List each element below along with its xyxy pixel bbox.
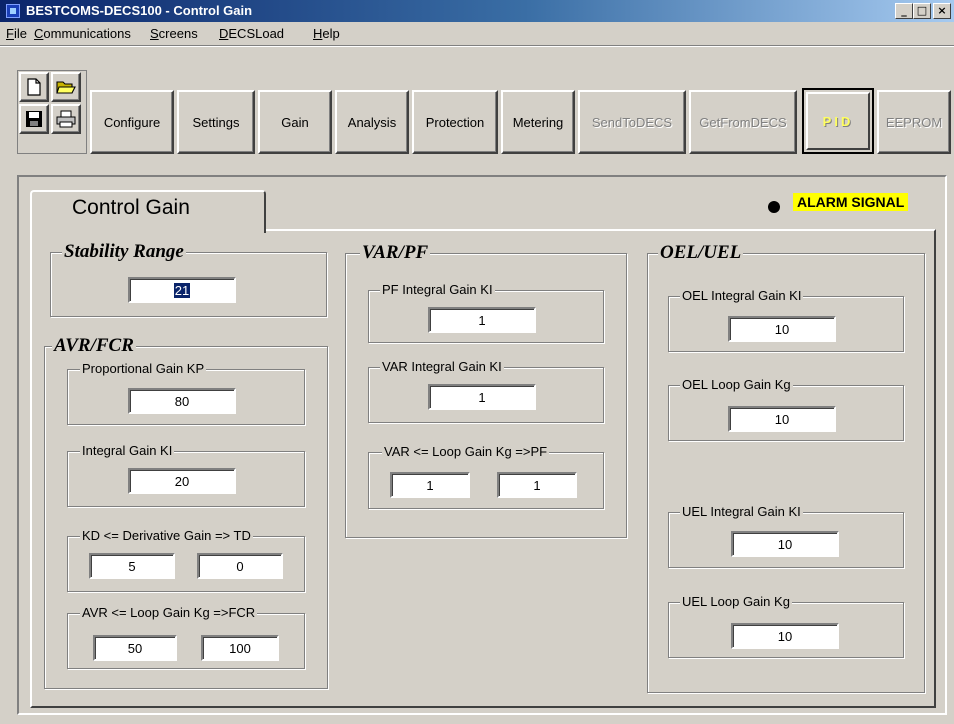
close-button[interactable]: × — [933, 3, 951, 19]
menu-screens[interactable]: Screens — [150, 26, 198, 41]
settings-button[interactable]: Settings — [177, 90, 255, 154]
configure-button[interactable]: Configure — [90, 90, 174, 154]
integral-gain-label: Integral Gain KI — [80, 443, 175, 458]
uel-integral-field[interactable]: 10 — [731, 531, 839, 557]
menu-help[interactable]: Help — [313, 26, 340, 41]
toolbar-separator — [0, 45, 954, 47]
send-to-decs-button[interactable]: SendToDECS — [578, 90, 686, 154]
uel-integral-label: UEL Integral Gain KI — [680, 504, 803, 519]
pid-button[interactable]: PID — [802, 88, 874, 154]
title-bar[interactable]: BESTCOMS-DECS100 - Control Gain _ □ × — [0, 0, 954, 22]
alarm-signal-label: ALARM SIGNAL — [793, 193, 909, 211]
window-title: BESTCOMS-DECS100 - Control Gain — [26, 3, 253, 18]
menu-file[interactable]: File — [6, 26, 27, 41]
pf-integral-field[interactable]: 1 — [428, 307, 536, 333]
var-integral-field[interactable]: 1 — [428, 384, 536, 410]
menu-communications[interactable]: Communications — [34, 26, 131, 41]
open-folder-icon — [56, 81, 76, 94]
stability-range-field[interactable]: 21 — [128, 277, 236, 303]
new-file-icon — [27, 78, 41, 96]
proportional-gain-field[interactable]: 80 — [128, 388, 236, 414]
app-icon[interactable] — [6, 4, 20, 18]
pf-integral-label: PF Integral Gain KI — [380, 282, 495, 297]
gain-button[interactable]: Gain — [258, 90, 332, 154]
menu-bar: File Communications Screens DECSLoad Hel… — [0, 22, 954, 44]
avr-loop-gain-field[interactable]: 50 — [93, 635, 177, 661]
fcr-loop-gain-field[interactable]: 100 — [201, 635, 279, 661]
alarm-indicator — [768, 201, 780, 213]
get-from-decs-button[interactable]: GetFromDECS — [689, 90, 797, 154]
open-file-button[interactable] — [51, 72, 81, 102]
oel-uel-title: OEL/UEL — [658, 242, 744, 263]
print-button[interactable] — [51, 104, 81, 134]
var-pf-loop-gain-label: VAR <= Loop Gain Kg =>PF — [382, 444, 550, 459]
oel-integral-label: OEL Integral Gain KI — [680, 288, 804, 303]
oel-loop-gain-field[interactable]: 10 — [728, 406, 836, 432]
avr-fcr-title: AVR/FCR — [52, 335, 136, 356]
maximize-button[interactable]: □ — [913, 3, 931, 19]
uel-loop-gain-label: UEL Loop Gain Kg — [680, 594, 792, 609]
metering-button[interactable]: Metering — [501, 90, 575, 154]
minimize-button[interactable]: _ — [895, 3, 913, 19]
td-field[interactable]: 0 — [197, 553, 283, 579]
avr-fcr-loop-gain-label: AVR <= Loop Gain Kg =>FCR — [80, 605, 258, 620]
tab-control-gain[interactable]: Control Gain — [30, 190, 266, 233]
pid-label: PID — [806, 92, 870, 150]
stability-range-title: Stability Range — [62, 241, 186, 262]
menu-decsload[interactable]: DECSLoad — [219, 26, 284, 41]
integral-gain-field[interactable]: 20 — [128, 468, 236, 494]
proportional-gain-label: Proportional Gain KP — [80, 361, 207, 376]
var-integral-label: VAR Integral Gain KI — [380, 359, 504, 374]
new-file-button[interactable] — [19, 72, 49, 102]
save-icon — [26, 111, 42, 127]
tab-label: Control Gain — [72, 196, 190, 219]
print-icon — [56, 110, 76, 128]
kd-field[interactable]: 5 — [89, 553, 175, 579]
var-loop-gain-field[interactable]: 1 — [390, 472, 470, 498]
var-pf-title: VAR/PF — [360, 242, 431, 263]
oel-integral-field[interactable]: 10 — [728, 316, 836, 342]
pf-loop-gain-field[interactable]: 1 — [497, 472, 577, 498]
analysis-button[interactable]: Analysis — [335, 90, 409, 154]
eeprom-button[interactable]: EEPROM — [877, 90, 951, 154]
oel-loop-gain-label: OEL Loop Gain Kg — [680, 377, 793, 392]
protection-button[interactable]: Protection — [412, 90, 498, 154]
derivative-gain-label: KD <= Derivative Gain => TD — [80, 528, 253, 543]
uel-loop-gain-field[interactable]: 10 — [731, 623, 839, 649]
save-button[interactable] — [19, 104, 49, 134]
stability-range-value: 21 — [173, 282, 191, 298]
